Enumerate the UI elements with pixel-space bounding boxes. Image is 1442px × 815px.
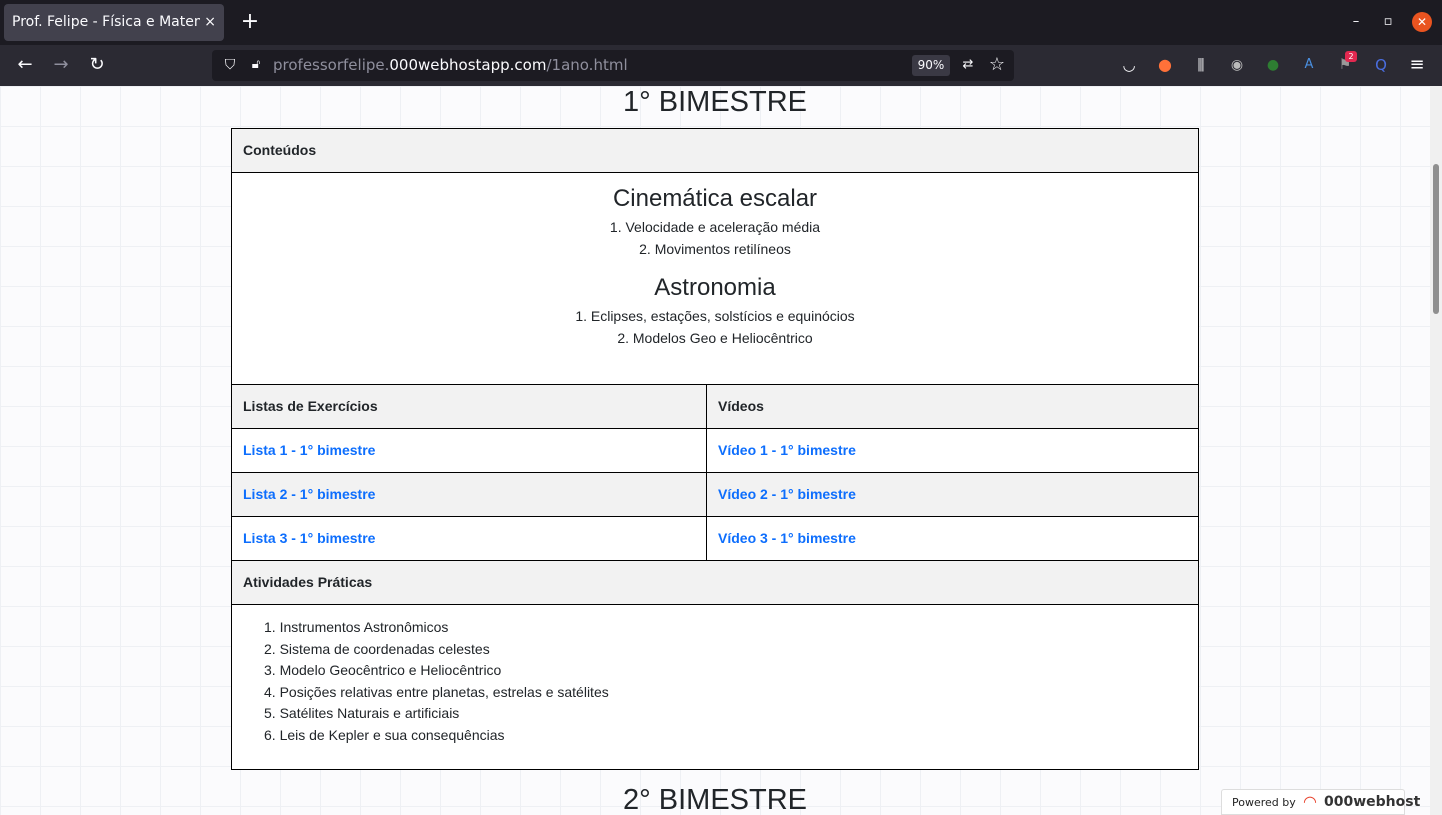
back-arrow-icon[interactable]: ← bbox=[13, 53, 37, 77]
video-1-link[interactable]: Vídeo 1 - 1° bimestre bbox=[718, 442, 856, 458]
list-item: 4. Posições relativas entre planetas, es… bbox=[264, 683, 609, 700]
list-item: 2. Movimentos retilíneos bbox=[639, 240, 791, 257]
practical-row: 1. Instrumentos Astronômicos 2. Sistema … bbox=[232, 604, 1198, 769]
practical-header: Atividades Práticas bbox=[243, 574, 373, 590]
videos-header: Vídeos bbox=[718, 398, 764, 414]
powered-by-badge[interactable]: Powered by ◠ 000webhost bbox=[1221, 789, 1420, 815]
list-item: 1. Velocidade e aceleração média bbox=[609, 219, 821, 235]
lists-header: Listas de Exercícios bbox=[232, 385, 707, 428]
scrollbar[interactable] bbox=[1430, 86, 1442, 815]
list-3-link[interactable]: Lista 3 - 1° bimestre bbox=[243, 530, 375, 546]
scrollbar-thumb[interactable] bbox=[1433, 164, 1439, 314]
list-2-link[interactable]: Lista 2 - 1° bimestre bbox=[243, 486, 375, 502]
translate-icon[interactable]: ⇄ bbox=[958, 55, 978, 75]
minimize-button[interactable]: – bbox=[1346, 12, 1366, 32]
topic-title-kinematics: Cinemática escalar bbox=[612, 185, 818, 212]
extension-search-icon[interactable]: Q bbox=[1369, 53, 1393, 77]
video-2-link[interactable]: Vídeo 2 - 1° bimestre bbox=[718, 486, 856, 502]
reload-icon[interactable]: ↻ bbox=[85, 53, 109, 77]
url-text[interactable]: professorfelipe.000webhostapp.com/1ano.h… bbox=[273, 50, 628, 81]
extension-translate-icon[interactable]: A bbox=[1297, 53, 1321, 77]
list-item: 1. Instrumentos Astronômicos bbox=[264, 619, 449, 635]
topic-title-astronomy: Astronomia bbox=[654, 274, 776, 301]
bookmark-star-icon[interactable]: ☆ bbox=[986, 54, 1008, 76]
library-icon[interactable]: ⫼ bbox=[1189, 53, 1213, 77]
url-path: /1ano.html bbox=[546, 56, 628, 74]
list-item: 3. Modelo Geocêntrico e Heliocêntrico bbox=[264, 662, 502, 678]
powered-by-label: Powered by bbox=[1232, 796, 1296, 809]
url-host: 000webhostapp.com bbox=[389, 56, 547, 74]
maximize-button[interactable]: ▫ bbox=[1378, 12, 1398, 32]
list-item: 5. Satélites Naturais e artificiais bbox=[264, 705, 460, 721]
nav-bar: ← → ↻ ⛉ 🔓︎ professorfelipe.000webhostapp… bbox=[0, 45, 1442, 86]
table-row: Lista 2 - 1° bimestre Vídeo 2 - 1° bimes… bbox=[232, 472, 1198, 516]
lists-videos-header-row: Listas de Exercícios Vídeos bbox=[232, 384, 1198, 428]
pocket-icon[interactable]: ◡ bbox=[1117, 53, 1141, 77]
table-row: Lista 3 - 1° bimestre Vídeo 3 - 1° bimes… bbox=[232, 516, 1198, 560]
practical-header-row: Atividades Práticas bbox=[232, 560, 1198, 604]
tab-close-icon[interactable]: × bbox=[204, 4, 216, 41]
tab-title: Prof. Felipe - Física e Matemática bbox=[12, 14, 200, 30]
forward-arrow-icon[interactable]: → bbox=[49, 53, 73, 77]
url-bar[interactable]: ⛉ 🔓︎ professorfelipe.000webhostapp.com/1… bbox=[212, 50, 1014, 81]
firefox-account-icon[interactable]: ● bbox=[1153, 53, 1177, 77]
active-tab[interactable]: Prof. Felipe - Física e Matemática × bbox=[4, 4, 224, 41]
bimester2-title: 2° BIMESTRE bbox=[622, 784, 808, 815]
000webhost-logo-icon: ◠ bbox=[1303, 792, 1317, 811]
insecure-lock-icon[interactable]: 🔓︎ bbox=[246, 55, 266, 75]
video-3-link[interactable]: Vídeo 3 - 1° bimestre bbox=[718, 530, 856, 546]
brand-name: 000webhost bbox=[1324, 794, 1421, 810]
contents-header-row: Conteúdos bbox=[232, 128, 1198, 172]
notification-badge: 2 bbox=[1345, 51, 1357, 62]
url-subdomain: professorfelipe. bbox=[273, 56, 390, 74]
contents-row: Cinemática escalar 1. Velocidade e acele… bbox=[232, 172, 1198, 384]
tracking-shield-icon[interactable]: ⛉ bbox=[220, 55, 240, 75]
bimester1-title: 1° BIMESTRE bbox=[622, 86, 808, 118]
list-item: 2. Sistema de coordenadas celestes bbox=[264, 640, 490, 657]
tab-bar: Prof. Felipe - Física e Matemática × + –… bbox=[0, 0, 1442, 45]
extension-green-icon[interactable]: ● bbox=[1261, 53, 1285, 77]
contents-header: Conteúdos bbox=[243, 142, 317, 158]
new-tab-button[interactable]: + bbox=[236, 8, 264, 36]
close-window-button[interactable]: ✕ bbox=[1412, 12, 1432, 32]
list-item: 2. Modelos Geo e Heliocêntrico bbox=[617, 329, 813, 346]
bimester1-table: Conteúdos Cinemática escalar 1. Velocida… bbox=[231, 128, 1199, 770]
table-row: Lista 1 - 1° bimestre Vídeo 1 - 1° bimes… bbox=[232, 428, 1198, 472]
zoom-level-button[interactable]: 90% bbox=[912, 55, 950, 76]
extension-icon[interactable]: ◉ bbox=[1225, 53, 1249, 77]
list-item: 6. Leis de Kepler e sua consequências bbox=[264, 726, 505, 743]
page-content: 1° BIMESTRE Conteúdos Cinemática escalar… bbox=[0, 86, 1430, 815]
list-1-link[interactable]: Lista 1 - 1° bimestre bbox=[243, 442, 375, 458]
hamburger-menu-icon[interactable]: ≡ bbox=[1405, 53, 1429, 77]
list-item: 1. Eclipses, estações, solstícios e equi… bbox=[575, 308, 855, 324]
